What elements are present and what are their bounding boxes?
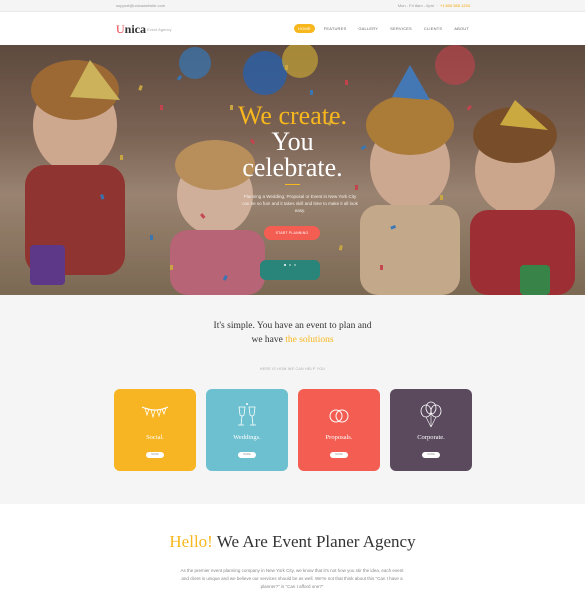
- about-text: As the premier event planning company in…: [180, 568, 404, 589]
- slider-dot[interactable]: [294, 264, 296, 266]
- service-card-social[interactable]: Social. MORE: [114, 389, 196, 471]
- hero-slider: We create. You celebrate. Planning a Wed…: [0, 45, 585, 295]
- service-card-proposals[interactable]: Proposals. MORE: [298, 389, 380, 471]
- topbar-email[interactable]: support@unicawebsite.com: [116, 3, 165, 8]
- service-card-more-button[interactable]: MORE: [238, 452, 256, 458]
- service-cards: Social. MORE Weddings. MORE Proposals. MORE Co…: [114, 389, 472, 471]
- nav-item-services[interactable]: SERVICES: [387, 24, 415, 33]
- main-nav: HOME FEATURES GALLERY SERVICES CLIENTS ABOUT: [293, 24, 472, 33]
- solutions-heading-line-2: we have the solutions: [0, 335, 585, 345]
- hero-title-accent: We create.: [237, 101, 348, 130]
- site-header: Unica Event Agency HOME FEATURES GALLERY SE…: [0, 12, 585, 45]
- slider-dot[interactable]: [289, 264, 291, 266]
- solutions-heading-prefix: we have: [251, 335, 283, 345]
- service-card-more-button[interactable]: MORE: [330, 452, 348, 458]
- slider-dot[interactable]: [284, 264, 286, 266]
- about-title: Hello! We Are Event Planer Agency: [0, 532, 585, 552]
- service-card-corporate[interactable]: Corporate. MORE: [390, 389, 472, 471]
- logo-mark: U: [116, 22, 125, 36]
- service-card-more-button[interactable]: MORE: [422, 452, 440, 458]
- start-planning-button[interactable]: START PLANNING: [264, 226, 320, 240]
- topbar-hours: Mon - Fri 8am - 6pm: [397, 3, 435, 8]
- slider-dots: [284, 264, 296, 266]
- hero-description: Planning a Wedding, Proposal or Event in…: [242, 194, 358, 213]
- service-card-more-button[interactable]: MORE: [146, 452, 164, 458]
- about-title-accent: Hello!: [169, 532, 213, 551]
- about-title-rest: We Are Event Planer Agency: [216, 532, 416, 551]
- hero-title-line-1: We create.: [0, 101, 585, 130]
- nav-item-gallery[interactable]: GALLERY: [355, 24, 381, 33]
- wedding-glasses-icon: [232, 401, 262, 431]
- top-bar: support@unicawebsite.com Mon - Fri 8am -…: [0, 0, 585, 12]
- service-card-title: Social.: [146, 434, 164, 441]
- hero-title-line-2: You: [271, 127, 314, 156]
- hero-divider: [285, 184, 300, 185]
- topbar-contact: Mon - Fri 8am - 6pm · +1 800 555 1234: [397, 3, 470, 8]
- service-card-weddings[interactable]: Weddings. MORE: [206, 389, 288, 471]
- service-card-title: Weddings.: [233, 434, 261, 441]
- service-card-title: Proposals.: [325, 434, 353, 441]
- logo-text: nica: [124, 22, 147, 36]
- rings-icon: [324, 401, 354, 431]
- bunting-icon: [140, 401, 170, 431]
- logo[interactable]: Unica: [116, 22, 146, 37]
- solutions-subheading: HERE IS HOW WE CAN HELP YOU: [259, 367, 326, 371]
- nav-item-about[interactable]: ABOUT: [451, 24, 472, 33]
- nav-item-clients[interactable]: CLIENTS: [421, 24, 445, 33]
- topbar-phone[interactable]: +1 800 555 1234: [440, 3, 470, 8]
- nav-item-features[interactable]: FEATURES: [321, 24, 350, 33]
- hero-title-line-3: celebrate.: [242, 153, 343, 182]
- nav-item-home[interactable]: HOME: [293, 24, 315, 33]
- service-card-title: Corporate.: [417, 434, 445, 441]
- logo-tagline: Event Agency: [147, 27, 172, 32]
- balloons-icon: [416, 401, 446, 431]
- solutions-section: It's simple. You have an event to plan a…: [0, 295, 585, 504]
- solutions-heading-accent: the solutions: [285, 335, 334, 345]
- about-section: Hello! We Are Event Planer Agency As the…: [0, 504, 585, 607]
- solutions-heading-line-1: It's simple. You have an event to plan a…: [213, 321, 372, 331]
